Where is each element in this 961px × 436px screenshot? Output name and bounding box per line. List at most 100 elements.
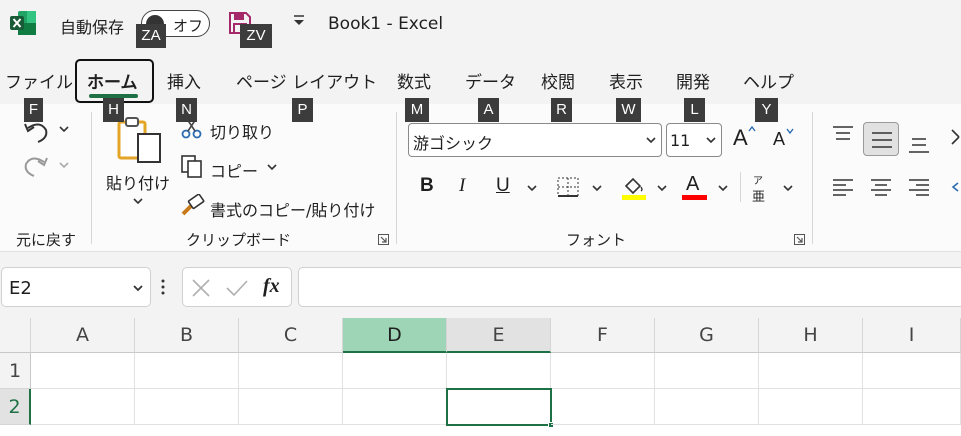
tab-formulas[interactable]: 数式 (397, 71, 431, 95)
font-launcher-icon[interactable] (794, 234, 805, 245)
copy-dropdown-icon[interactable] (266, 162, 278, 172)
active-cell-e2[interactable] (446, 388, 552, 426)
copy-icon[interactable] (180, 154, 204, 178)
cut-label[interactable]: 切り取り (210, 119, 274, 143)
font-size-select[interactable]: 11 (666, 123, 722, 157)
paste-label[interactable]: 貼り付け (106, 170, 170, 194)
keytip-save: ZV (240, 24, 272, 48)
column-header-g[interactable]: G (655, 318, 759, 353)
underline-dropdown-icon[interactable] (526, 183, 538, 193)
cell[interactable] (759, 353, 863, 389)
align-middle-icon (872, 132, 892, 148)
autosave-label: 自動保存 (60, 18, 125, 37)
font-name-select[interactable]: 游ゴシック (408, 123, 662, 157)
paste-dropdown-icon[interactable] (132, 196, 144, 206)
font-color-button[interactable]: A (686, 173, 699, 196)
borders-icon[interactable] (556, 176, 580, 198)
cell[interactable] (655, 389, 759, 425)
align-center-icon[interactable] (870, 178, 892, 196)
cell[interactable] (863, 353, 961, 389)
name-box[interactable]: E2 (1, 267, 151, 307)
row-header-1[interactable]: 1 (0, 353, 31, 389)
select-all-corner[interactable] (0, 318, 31, 353)
cell[interactable] (343, 389, 447, 425)
tab-home[interactable]: ホーム (87, 71, 138, 95)
italic-button[interactable]: I (459, 175, 465, 197)
cell[interactable] (759, 389, 863, 425)
column-header-f[interactable]: F (551, 318, 655, 353)
column-header-b[interactable]: B (135, 318, 239, 353)
column-header-d[interactable]: D (343, 318, 447, 353)
more-options-icon[interactable] (160, 277, 166, 297)
insert-function-button[interactable]: fx (263, 275, 280, 298)
cell[interactable] (31, 389, 135, 425)
cell[interactable] (31, 353, 135, 389)
cell[interactable] (239, 353, 343, 389)
column-header-a[interactable]: A (31, 318, 135, 353)
cell[interactable] (239, 389, 343, 425)
align-middle-button[interactable] (863, 122, 899, 156)
column-header-e[interactable]: E (447, 318, 551, 353)
borders-dropdown-icon[interactable] (591, 183, 603, 193)
row-header-2[interactable]: 2 (0, 389, 31, 425)
tab-developer[interactable]: 開発 (676, 71, 710, 95)
tab-help[interactable]: ヘルプ (743, 71, 794, 95)
align-left-icon[interactable] (832, 178, 854, 196)
chevron-down-icon (646, 137, 656, 144)
tab-file[interactable]: ファイル (5, 71, 73, 95)
tab-page-layout[interactable]: ページ レイアウト (236, 71, 377, 95)
cell[interactable] (135, 353, 239, 389)
copy-label[interactable]: コピー (210, 158, 258, 182)
phonetic-bottom-glyph[interactable]: 亜 (752, 186, 765, 205)
font-color-dropdown-icon[interactable] (717, 183, 729, 193)
cell[interactable] (655, 353, 759, 389)
clipboard-launcher-icon[interactable] (378, 234, 389, 245)
group-separator (812, 112, 813, 244)
keytip-developer: L (684, 98, 705, 122)
excel-logo-icon (10, 11, 36, 35)
grow-font-button[interactable]: A (733, 125, 748, 151)
underline-button[interactable]: U (496, 175, 510, 197)
tab-data[interactable]: データ (465, 71, 516, 95)
format-painter-icon[interactable] (180, 194, 206, 218)
customize-qat-icon[interactable] (292, 14, 306, 28)
bold-button[interactable]: B (420, 175, 434, 197)
font-name-value: 游ゴシック (413, 134, 494, 153)
cell[interactable] (551, 353, 655, 389)
font-inner-separator (740, 172, 741, 202)
cell[interactable] (551, 389, 655, 425)
format-painter-label[interactable]: 書式のコピー/貼り付け (210, 197, 375, 221)
column-header-c[interactable]: C (239, 318, 343, 353)
align-right-icon[interactable] (908, 178, 930, 196)
tab-insert[interactable]: 挿入 (167, 71, 201, 95)
chevron-down-icon (706, 137, 716, 144)
shrink-font-button[interactable]: A (773, 129, 785, 150)
column-header-h[interactable]: H (759, 318, 863, 353)
fill-color-dropdown-icon[interactable] (656, 183, 668, 193)
cancel-icon[interactable] (191, 278, 211, 298)
cell[interactable] (447, 353, 551, 389)
formula-input[interactable] (298, 267, 961, 307)
phonetic-top-glyph[interactable]: ア (753, 172, 763, 187)
keytip-insert: N (176, 98, 197, 122)
keytip-formulas: M (405, 98, 429, 122)
align-top-icon[interactable] (832, 126, 854, 142)
decrease-indent-icon[interactable] (950, 178, 961, 196)
redo-dropdown-icon[interactable] (58, 160, 70, 170)
cell[interactable] (343, 353, 447, 389)
phonetic-dropdown-icon[interactable] (782, 183, 794, 193)
cell[interactable] (863, 389, 961, 425)
column-header-i[interactable]: I (863, 318, 961, 353)
autosave-state: オフ (173, 17, 204, 35)
enter-check-icon[interactable] (225, 278, 249, 298)
fill-color-icon[interactable] (620, 174, 648, 200)
redo-icon[interactable] (22, 152, 50, 180)
tab-review[interactable]: 校閲 (541, 71, 575, 95)
align-bottom-icon[interactable] (908, 136, 930, 154)
orientation-icon[interactable] (950, 126, 961, 148)
undo-dropdown-icon[interactable] (58, 124, 70, 134)
tab-view[interactable]: 表示 (609, 71, 643, 95)
keytip-autosave: ZA (136, 24, 166, 48)
paste-icon[interactable] (116, 116, 162, 164)
cell[interactable] (135, 389, 239, 425)
